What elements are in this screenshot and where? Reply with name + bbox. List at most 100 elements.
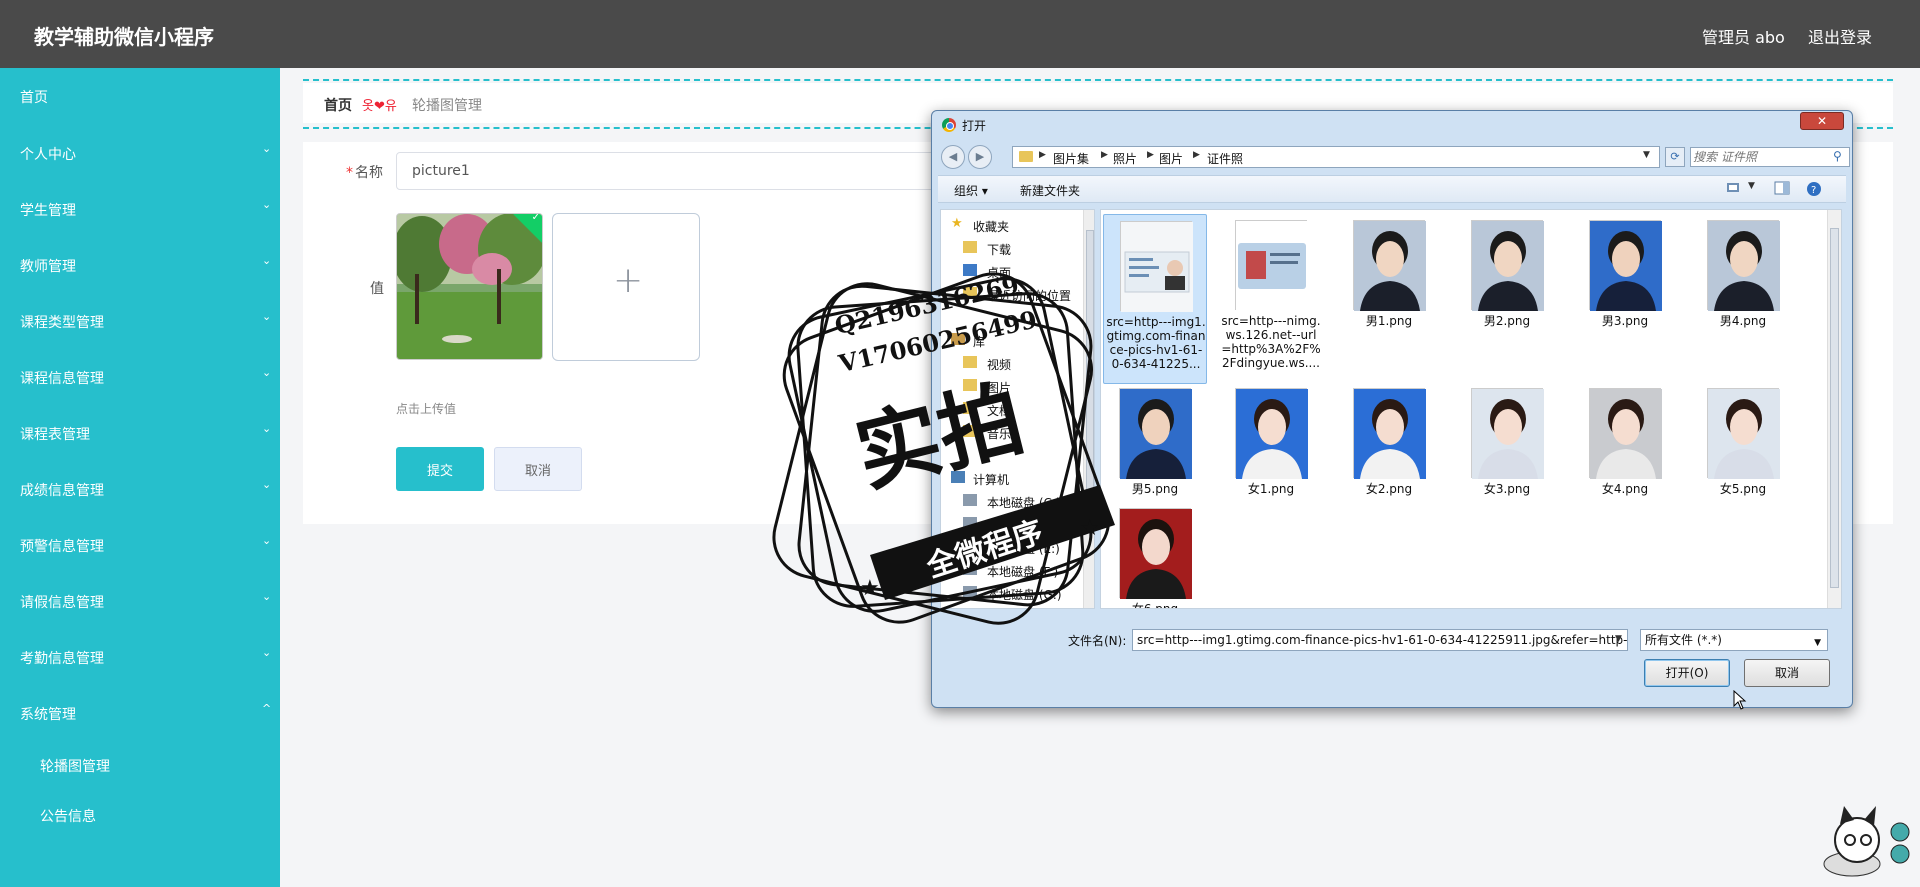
- nav-pane-item[interactable]: 本地磁盘 (C:): [941, 492, 1081, 510]
- nav-pane-item[interactable]: 本地磁盘 (G:): [941, 584, 1081, 602]
- chevron-down-icon: ⌄: [262, 254, 272, 267]
- uploaded-image-thumbnail[interactable]: ✓: [396, 213, 543, 360]
- file-item[interactable]: 女1.png: [1219, 382, 1323, 552]
- name-label: * 名称: [346, 162, 383, 182]
- top-bar: 教学辅助微信小程序 管理员 abo 退出登录: [0, 0, 1920, 68]
- file-item[interactable]: 男4.png: [1691, 214, 1795, 384]
- nav-pane-label: 收藏夹: [973, 220, 1010, 234]
- filetype-select[interactable]: 所有文件 (*.*) ▼: [1640, 629, 1828, 651]
- file-name: 女2.png: [1365, 482, 1413, 496]
- sidebar-item[interactable]: 系统管理 ^: [0, 693, 280, 733]
- nav-pane-item[interactable]: 本地磁盘 (H:): [941, 607, 1081, 608]
- preview-pane-icon[interactable]: [1774, 181, 1790, 195]
- sidebar-item[interactable]: 课程表管理 ⌄: [0, 413, 280, 453]
- logout-link[interactable]: 退出登录: [1808, 24, 1872, 48]
- open-button[interactable]: 打开(O): [1644, 659, 1730, 687]
- nav-pane-label: 本地磁盘 (C:): [987, 496, 1061, 510]
- chevron-down-icon[interactable]: ▼: [1643, 150, 1650, 160]
- refresh-icon[interactable]: ⟳: [1665, 147, 1685, 167]
- nav-pane-item[interactable]: ★ 收藏夹: [941, 216, 1081, 234]
- cancel-button[interactable]: 取消: [494, 447, 582, 491]
- file-item[interactable]: 女6.png: [1103, 502, 1207, 608]
- file-name: 女4.png: [1601, 482, 1649, 496]
- nav-pane-item[interactable]: 下载: [941, 239, 1081, 257]
- file-item[interactable]: 女3.png: [1455, 382, 1559, 552]
- sidebar-item-label: 预警信息管理: [20, 539, 104, 555]
- close-icon[interactable]: ✕: [1800, 112, 1844, 130]
- file-item[interactable]: src=http---nimg.ws.126.net--url=http%3A%…: [1219, 214, 1323, 384]
- scrollbar[interactable]: [1827, 210, 1841, 608]
- divider: [303, 79, 1893, 81]
- file-item[interactable]: 女2.png: [1337, 382, 1441, 552]
- chevron-down-icon: ⌄: [262, 142, 272, 155]
- plus-icon: +: [613, 260, 644, 301]
- file-item[interactable]: 男2.png: [1455, 214, 1559, 384]
- chevron-down-icon: ⌄: [262, 366, 272, 379]
- sidebar-subitem[interactable]: 轮播图管理: [0, 745, 280, 785]
- file-item[interactable]: src=http---img1.gtimg.com-finance-pics-h…: [1103, 214, 1207, 384]
- sidebar-item[interactable]: 学生管理 ⌄: [0, 189, 280, 229]
- file-item[interactable]: 男1.png: [1337, 214, 1441, 384]
- sidebar-item-label: 系统管理: [20, 707, 76, 723]
- search-input[interactable]: [1693, 149, 1823, 165]
- folder-icon: [1019, 151, 1033, 162]
- file-thumbnail: [1353, 388, 1426, 479]
- path-segment[interactable]: 图片集: [1053, 150, 1089, 167]
- search-box[interactable]: ⚲: [1690, 147, 1850, 167]
- sidebar-item[interactable]: 教师管理 ⌄: [0, 245, 280, 285]
- file-thumbnail: [1471, 388, 1544, 479]
- breadcrumb-home[interactable]: 首页: [324, 95, 352, 115]
- sidebar-item[interactable]: 考勤信息管理 ⌄: [0, 637, 280, 677]
- search-icon: ⚲: [1833, 149, 1842, 163]
- dialog-title: 打开: [962, 119, 987, 133]
- admin-user-label: 管理员 abo: [1702, 28, 1785, 47]
- file-name: 男4.png: [1719, 314, 1767, 328]
- sidebar-item-label: 请假信息管理: [20, 595, 104, 611]
- svg-text:★: ★: [860, 576, 880, 601]
- sidebar-item-label: 课程表管理: [20, 427, 90, 443]
- back-icon[interactable]: ◀: [941, 145, 965, 169]
- sidebar-item[interactable]: 预警信息管理 ⌄: [0, 525, 280, 565]
- nav-pane-label: 下载: [987, 243, 1012, 257]
- view-options-icon[interactable]: [1726, 181, 1742, 195]
- sidebar-item-label: 教师管理: [20, 259, 76, 275]
- upload-add-button[interactable]: +: [552, 213, 700, 361]
- file-item[interactable]: 女5.png: [1691, 382, 1795, 552]
- chevron-down-icon[interactable]: ▼: [1748, 181, 1764, 195]
- name-label-text: 名称: [355, 165, 383, 181]
- chevron-down-icon[interactable]: ▼: [1615, 634, 1622, 644]
- file-name: 男2.png: [1483, 314, 1531, 328]
- sidebar-item[interactable]: 首页: [0, 76, 280, 116]
- filename-input[interactable]: src=http---img1.gtimg.com-finance-pics-h…: [1132, 629, 1628, 651]
- path-segment[interactable]: 照片: [1113, 150, 1137, 167]
- address-bar[interactable]: ▶ 图片集 ▶ 照片 ▶ 图片 ▶ 证件照 ▼: [1012, 146, 1660, 168]
- help-icon[interactable]: ?: [1806, 181, 1822, 196]
- sidebar-item[interactable]: 课程信息管理 ⌄: [0, 357, 280, 397]
- file-name: 女5.png: [1719, 482, 1767, 496]
- open-file-dialog: 打开 ✕ ◀ ▶ ▶ 图片集 ▶ 照片 ▶ 图片 ▶ 证件照 ▼ ⟳ ⚲ 组织 …: [931, 110, 1853, 708]
- required-mark: *: [346, 165, 353, 181]
- sidebar-item[interactable]: 个人中心 ⌄: [0, 133, 280, 173]
- submit-button[interactable]: 提交: [396, 447, 484, 491]
- sidebar-item-label: 个人中心: [20, 147, 76, 163]
- sidebar-item[interactable]: 成绩信息管理 ⌄: [0, 469, 280, 509]
- chevron-right-icon: ▶: [1039, 150, 1046, 160]
- folder-icon: [963, 241, 977, 253]
- new-folder-button[interactable]: 新建文件夹: [1020, 182, 1080, 199]
- sidebar-item[interactable]: 请假信息管理 ⌄: [0, 581, 280, 621]
- sidebar-item[interactable]: 课程类型管理 ⌄: [0, 301, 280, 341]
- path-segment[interactable]: 证件照: [1207, 150, 1243, 167]
- dialog-cancel-button[interactable]: 取消: [1744, 659, 1830, 687]
- forward-icon[interactable]: ▶: [968, 145, 992, 169]
- sidebar: 首页 个人中心 ⌄ 学生管理 ⌄ 教师管理 ⌄ 课程类型管理 ⌄ 课程信息管理 ⌄ 课程表管理 ⌄ 成绩信…: [0, 68, 280, 887]
- file-item[interactable]: 女4.png: [1573, 382, 1677, 552]
- nav-pane-label: 本地磁盘 (F:): [987, 565, 1059, 579]
- file-thumbnail: [1119, 388, 1192, 479]
- file-item[interactable]: 男3.png: [1573, 214, 1677, 384]
- sidebar-subitem[interactable]: 公告信息: [0, 795, 280, 835]
- breadcrumb-current: 轮播图管理: [412, 98, 482, 114]
- path-segment[interactable]: 图片: [1159, 150, 1183, 167]
- value-label: 值: [370, 281, 384, 297]
- organize-menu[interactable]: 组织 ▾: [954, 182, 988, 199]
- scrollbar[interactable]: [1083, 210, 1094, 608]
